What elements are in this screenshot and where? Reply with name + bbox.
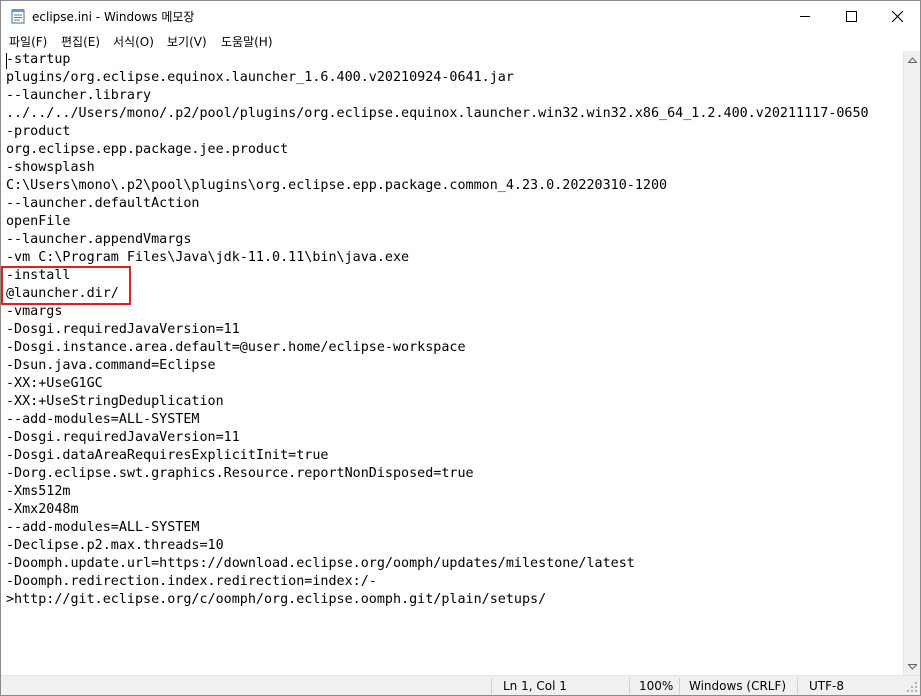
close-icon [891, 10, 903, 22]
encoding: UTF-8 [809, 679, 844, 693]
text-line[interactable]: -Dosgi.requiredJavaVersion=11 [6, 321, 240, 339]
scroll-up-button[interactable] [904, 51, 920, 68]
text-line[interactable]: -XX:+UseStringDeduplication [6, 393, 224, 411]
title-bar[interactable]: eclipse.ini - Windows 메모장 [1, 1, 920, 31]
status-divider [797, 678, 798, 694]
menu-help[interactable]: 도움말(H) [221, 33, 273, 50]
text-line[interactable]: -Declipse.p2.max.threads=10 [6, 537, 224, 555]
chevron-up-icon [908, 56, 917, 63]
text-line[interactable]: openFile [6, 213, 71, 231]
text-line[interactable]: --launcher.appendVmargs [6, 231, 191, 249]
text-line[interactable]: -Dosgi.instance.area.default=@user.home/… [6, 339, 466, 357]
maximize-icon [845, 10, 857, 22]
text-line[interactable]: -Dsun.java.command=Eclipse [6, 357, 216, 375]
chevron-down-icon [908, 663, 917, 670]
text-line[interactable]: -vmargs [6, 303, 62, 321]
text-line[interactable]: -Dosgi.dataAreaRequiresExplicitInit=true [6, 447, 328, 465]
status-bar: Ln 1, Col 1 100% Windows (CRLF) UTF-8 [1, 675, 920, 695]
text-line[interactable]: @launcher.dir/ [6, 285, 119, 303]
window-title: eclipse.ini - Windows 메모장 [32, 10, 195, 24]
text-line[interactable]: --launcher.library [6, 87, 151, 105]
menu-edit[interactable]: 편집(E) [61, 33, 100, 50]
menu-format[interactable]: 서식(O) [113, 33, 154, 50]
maximize-button[interactable] [828, 1, 874, 31]
notepad-icon [11, 9, 25, 24]
text-line[interactable]: -showsplash [6, 159, 95, 177]
text-line[interactable]: -vm C:\Program Files\Java\jdk-11.0.11\bi… [6, 249, 409, 267]
menu-bar: 파일(F) 편집(E) 서식(O) 보기(V) 도움말(H) [1, 31, 920, 51]
text-line[interactable]: C:\Users\mono\.p2\pool\plugins\org.eclip… [6, 177, 667, 195]
text-line[interactable]: -product [6, 123, 71, 141]
zoom-level: 100% [639, 679, 674, 693]
menu-file[interactable]: 파일(F) [9, 33, 47, 50]
text-line[interactable]: -Doomph.redirection.index.redirection=in… [6, 573, 377, 591]
text-line[interactable]: -Dorg.eclipse.swt.graphics.Resource.repo… [6, 465, 474, 483]
text-line[interactable]: ../../../Users/mono/.p2/pool/plugins/org… [6, 105, 869, 123]
text-line[interactable]: -Dosgi.requiredJavaVersion=11 [6, 429, 240, 447]
status-divider [679, 678, 680, 694]
text-line[interactable]: -Doomph.update.url=https://download.ecli… [6, 555, 635, 573]
notepad-window: eclipse.ini - Windows 메모장 파일(F) 편집(E) 서식… [0, 0, 921, 696]
text-line[interactable]: -Xmx2048m [6, 501, 79, 519]
text-line[interactable]: --add-modules=ALL-SYSTEM [6, 411, 199, 429]
line-ending: Windows (CRLF) [689, 679, 787, 693]
text-editor[interactable]: -startup plugins/org.eclipse.equinox.laun… [1, 51, 903, 675]
text-line[interactable]: -install [6, 267, 71, 285]
menu-view[interactable]: 보기(V) [167, 33, 207, 50]
text-line[interactable]: -Xms512m [6, 483, 71, 501]
text-line[interactable]: --launcher.defaultAction [6, 195, 199, 213]
status-divider [629, 678, 630, 694]
text-line[interactable]: org.eclipse.epp.package.jee.product [6, 141, 288, 159]
vertical-scrollbar[interactable] [903, 51, 920, 675]
text-line[interactable]: --add-modules=ALL-SYSTEM [6, 519, 199, 537]
text-line[interactable]: plugins/org.eclipse.equinox.launcher_1.6… [6, 69, 514, 87]
scroll-down-button[interactable] [904, 658, 920, 675]
cursor-position: Ln 1, Col 1 [503, 679, 567, 693]
text-line[interactable]: -startup [6, 51, 71, 69]
minimize-icon [799, 15, 810, 17]
close-button[interactable] [874, 1, 920, 31]
resize-grip-icon[interactable] [906, 681, 918, 693]
text-line[interactable]: >http://git.eclipse.org/c/oomph/org.ecli… [6, 591, 546, 609]
minimize-button[interactable] [782, 1, 828, 31]
status-divider [491, 678, 492, 694]
text-line[interactable]: -XX:+UseG1GC [6, 375, 103, 393]
